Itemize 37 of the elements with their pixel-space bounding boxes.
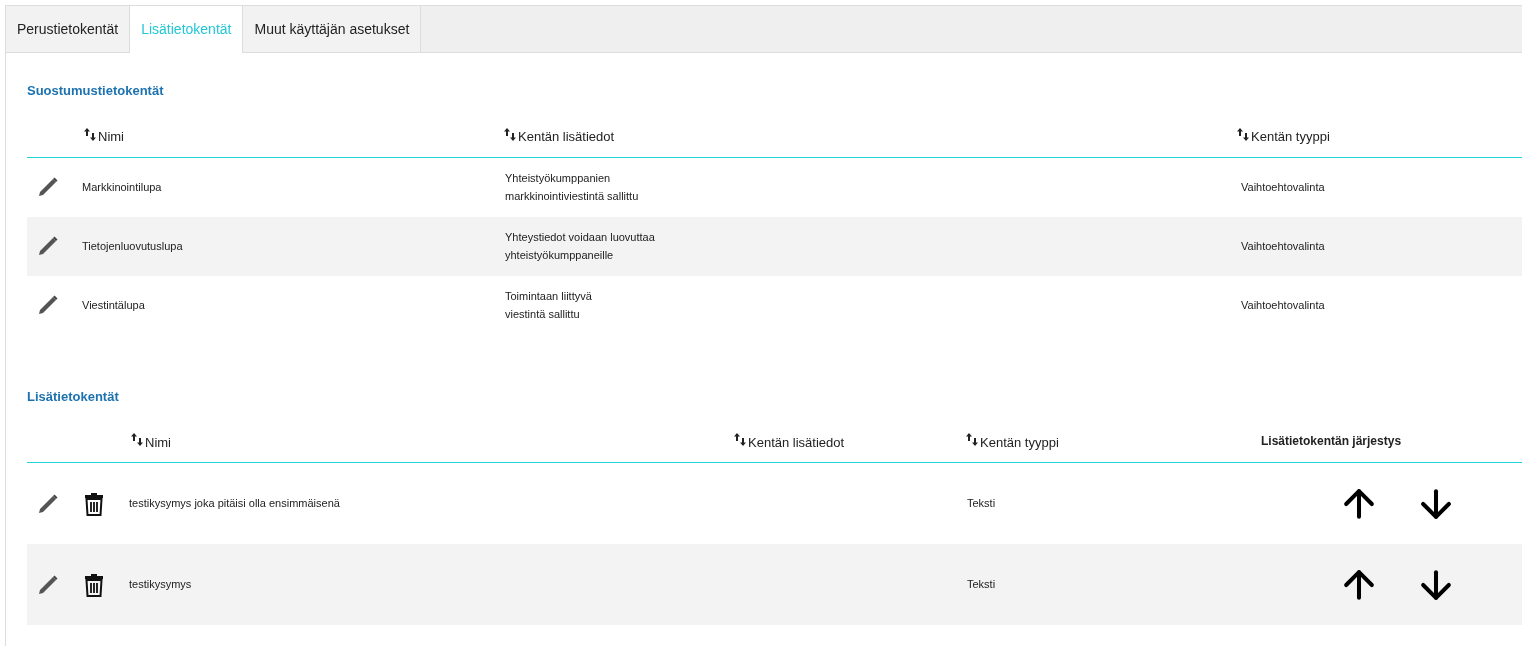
table-cell-text: Vaihtoehtovalinta <box>1241 238 1325 254</box>
tab[interactable]: Muut käyttäjän asetukset <box>243 6 422 53</box>
table-cell-text: Vaihtoehtovalinta <box>1241 179 1325 195</box>
table-cell-text: Yhteistyökumppanien markkinointiviestintä sallittu <box>505 171 640 204</box>
pencil-icon[interactable] <box>37 573 59 596</box>
column-header[interactable]: Nimi <box>145 432 171 452</box>
table-cell-text: testikysymys <box>129 577 193 593</box>
column-header: Lisätietokentän järjestys <box>1261 433 1402 450</box>
trash-icon[interactable] <box>84 572 104 597</box>
column-header[interactable]: Kentän tyyppi <box>980 432 1059 452</box>
section-title: Suostumustietokentät <box>27 82 165 100</box>
column-header[interactable]: Nimi <box>98 127 124 147</box>
table-cell-text: Tietojenluovutuslupa <box>82 238 184 254</box>
sort-icon <box>84 127 96 141</box>
table-cell-text: Markkinointilupa <box>82 179 163 195</box>
table-cell-text: Toimintaan liittyvä viestintä sallittu <box>505 289 593 322</box>
section-title: Lisätietokentät <box>27 387 120 406</box>
column-header[interactable]: Kentän lisätiedot <box>518 127 615 147</box>
column-header[interactable]: Kentän lisätiedot <box>748 432 845 452</box>
sort-icon <box>131 433 143 446</box>
sort-icon <box>966 433 978 446</box>
pencil-icon[interactable] <box>37 235 59 257</box>
table-cell-text: Teksti <box>967 577 997 593</box>
table-cell-text: testikysymys joka pitäisi olla ensimmäisenä <box>129 496 341 512</box>
trash-icon[interactable] <box>84 491 104 516</box>
sort-icon <box>1237 127 1249 141</box>
pencil-icon[interactable] <box>37 294 59 316</box>
table-cell-text: Yhteystiedot voidaan luovuttaa yhteistyökumppaneille <box>505 230 656 263</box>
pencil-icon[interactable] <box>37 176 59 198</box>
pencil-icon[interactable] <box>37 492 59 515</box>
table-cell-text: Viestintälupa <box>82 297 146 313</box>
column-header[interactable]: Kentän tyyppi <box>1251 127 1330 147</box>
table-cell-text: Vaihtoehtovalinta <box>1241 297 1325 313</box>
sort-icon <box>734 433 746 446</box>
tab[interactable]: Perustietokentät <box>6 6 131 53</box>
table-cell-text: Teksti <box>967 496 997 512</box>
sort-icon <box>504 127 516 141</box>
